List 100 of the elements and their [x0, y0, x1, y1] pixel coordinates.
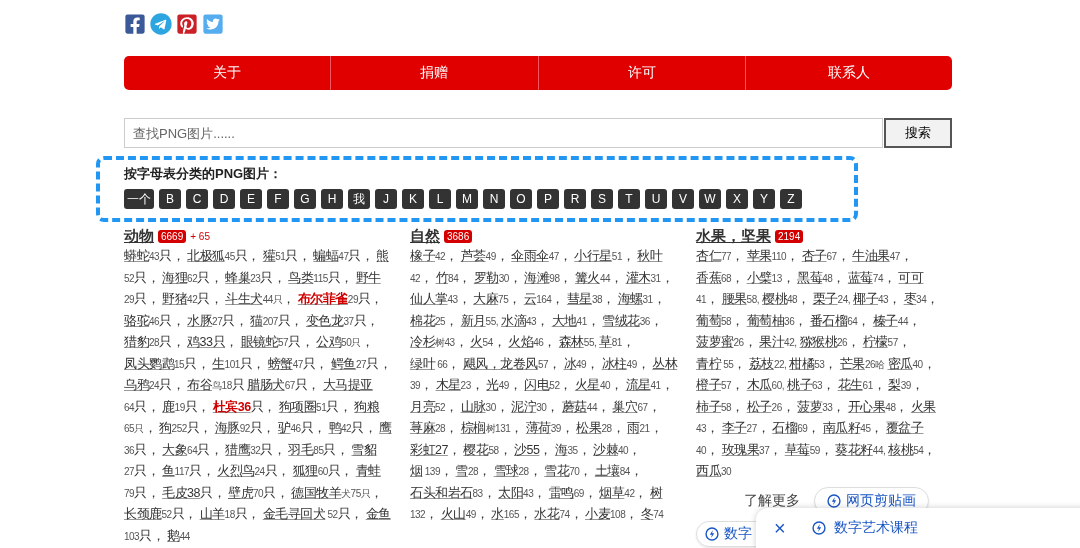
tag-link[interactable]: 海豚 — [214, 421, 240, 435]
tag-link[interactable]: 黑莓 — [797, 270, 823, 285]
letter-button[interactable]: N — [483, 189, 505, 209]
tag-link[interactable]: 蓝莓 — [847, 270, 873, 285]
tag-link[interactable]: 树 — [649, 485, 663, 500]
letter-button[interactable]: L — [429, 189, 451, 209]
tag-link[interactable]: 雪球 — [493, 464, 519, 478]
category-link[interactable]: 动物 — [124, 226, 154, 246]
tag-link[interactable]: 松子 — [746, 399, 772, 414]
letter-button[interactable]: T — [618, 189, 640, 209]
tag-link[interactable]: 灌木 — [625, 270, 651, 285]
tag-link[interactable]: 毛皮38 — [162, 485, 200, 500]
tag-link[interactable]: 玫瑰果 — [721, 442, 760, 457]
tag-link[interactable]: 竹 — [435, 270, 449, 285]
tag-link[interactable]: 木瓜 — [746, 378, 772, 392]
tag-link[interactable]: 冬 — [640, 507, 654, 521]
tag-link[interactable]: 光 — [486, 378, 499, 392]
letter-button[interactable]: X — [726, 189, 748, 209]
tag-link[interactable]: 草 — [599, 335, 612, 349]
letter-button[interactable]: F — [267, 189, 289, 209]
tag-link[interactable]: 烟草 — [599, 485, 625, 500]
tag-link[interactable]: 火 — [470, 335, 483, 349]
tag-link[interactable]: 壁虎 — [228, 485, 253, 500]
letter-button[interactable]: C — [186, 189, 208, 209]
tag-link[interactable]: 猫 — [250, 313, 263, 328]
tag-link[interactable]: 雪花 — [544, 464, 570, 478]
tag-link[interactable]: 葵花籽 — [835, 442, 873, 457]
tag-link[interactable]: 大地 — [551, 313, 577, 328]
category-link[interactable]: 自然 — [410, 226, 440, 246]
tag-link[interactable]: 狗 — [159, 421, 172, 435]
tag-link[interactable]: 彩虹27 — [410, 442, 448, 457]
tag-link[interactable]: 海 — [554, 442, 568, 457]
letter-button[interactable]: R — [564, 189, 586, 209]
tag-link[interactable]: 绿叶 — [410, 356, 435, 371]
tag-link[interactable]: 南瓜籽 — [822, 421, 861, 435]
tag-link[interactable]: 花生 — [837, 378, 863, 392]
letter-button[interactable]: J — [375, 189, 397, 209]
tag-link[interactable]: 水花 — [534, 507, 560, 521]
tag-link[interactable]: 牛油果 — [852, 249, 890, 263]
tag-link[interactable]: 山脉 — [460, 399, 486, 414]
search-field[interactable]: 查找PNG图片...... — [124, 118, 883, 148]
tag-link[interactable]: 新月 — [460, 313, 486, 328]
tag-link[interactable]: 布谷 — [187, 378, 213, 392]
tag-link[interactable]: 海狸 — [162, 270, 188, 285]
tag-link[interactable]: 橙子 — [696, 378, 721, 392]
tag-link[interactable]: 大象 — [162, 442, 188, 457]
tag-link[interactable]: 蟒蛇 — [124, 249, 149, 263]
tag-link[interactable]: 柠檬 — [862, 335, 888, 349]
tag-link[interactable]: 蘑菇 — [561, 399, 587, 414]
letter-button[interactable]: K — [402, 189, 424, 209]
tag-link[interactable]: 棉花 — [410, 313, 435, 328]
tag-link[interactable]: 森林 — [558, 335, 584, 349]
tag-link[interactable]: 熊 — [376, 249, 389, 263]
tag-link[interactable]: 蜂巢 — [225, 270, 251, 285]
tag-link[interactable]: 月亮 — [410, 399, 435, 414]
tag-link[interactable]: 太阳 — [498, 485, 524, 500]
letter-button[interactable]: M — [456, 189, 478, 209]
tag-link[interactable]: 火焰 — [508, 335, 534, 349]
tag-link[interactable]: 橡子 — [410, 249, 435, 263]
tag-link[interactable]: 野牛 — [355, 270, 381, 285]
tag-link[interactable]: 雪貂 — [351, 442, 377, 457]
letter-button[interactable]: E — [240, 189, 262, 209]
tag-link[interactable]: 猕猴桃 — [799, 335, 837, 349]
tag-link[interactable]: 杏子 — [801, 249, 827, 263]
tag-link[interactable]: 螃蟹 — [267, 356, 293, 371]
tag-link[interactable]: 山羊 — [199, 507, 225, 521]
category-link[interactable]: 水果，坚果 — [696, 226, 771, 246]
tag-link[interactable]: 樱桃 — [762, 292, 787, 306]
tag-link[interactable]: 苹果 — [746, 249, 772, 263]
tag-link[interactable]: 杜宾36 — [212, 399, 251, 414]
tag-link[interactable]: 李子 — [721, 421, 747, 435]
nav-link[interactable]: 许可 — [538, 56, 746, 90]
tag-link[interactable]: 羽毛 — [288, 442, 314, 457]
tag-link[interactable]: 水 — [491, 507, 504, 521]
tag-link[interactable]: 斗生犬 — [225, 292, 263, 306]
letter-button[interactable]: Z — [780, 189, 802, 209]
tag-link[interactable]: 雷鸣 — [548, 485, 574, 500]
search-button[interactable]: 搜索 — [884, 118, 952, 148]
letter-button[interactable]: B — [159, 189, 181, 209]
tag-link[interactable]: 乌鸦 — [124, 378, 149, 392]
tag-link[interactable]: 猎豹 — [124, 335, 149, 349]
tag-link[interactable]: 雨 — [627, 421, 640, 435]
tag-link[interactable]: 石榴 — [772, 421, 798, 435]
course-link[interactable]: 数字艺术课程 — [811, 519, 918, 537]
tag-link[interactable]: 驴 — [277, 421, 291, 435]
tag-link[interactable]: 桃子 — [787, 378, 812, 392]
tag-link[interactable]: 秋叶 — [637, 249, 663, 263]
letter-button[interactable]: 一个 — [124, 189, 154, 209]
tag-link[interactable]: 密瓜 — [887, 356, 913, 371]
tag-link[interactable]: 飓风，龙卷风 — [462, 356, 538, 371]
tag-link[interactable]: 木星 — [435, 378, 461, 392]
tag-link[interactable]: 火星 — [574, 378, 600, 392]
letter-button[interactable]: G — [294, 189, 316, 209]
tag-link[interactable]: 杏仁 — [696, 249, 721, 263]
letter-button[interactable]: O — [510, 189, 532, 209]
tag-link[interactable]: 罗勒 — [473, 270, 499, 285]
tag-link[interactable]: 鱼 — [162, 464, 175, 478]
letter-button[interactable]: Y — [753, 189, 775, 209]
pinterest-icon[interactable] — [176, 13, 198, 35]
tag-link[interactable]: 眼镜蛇 — [240, 335, 278, 349]
